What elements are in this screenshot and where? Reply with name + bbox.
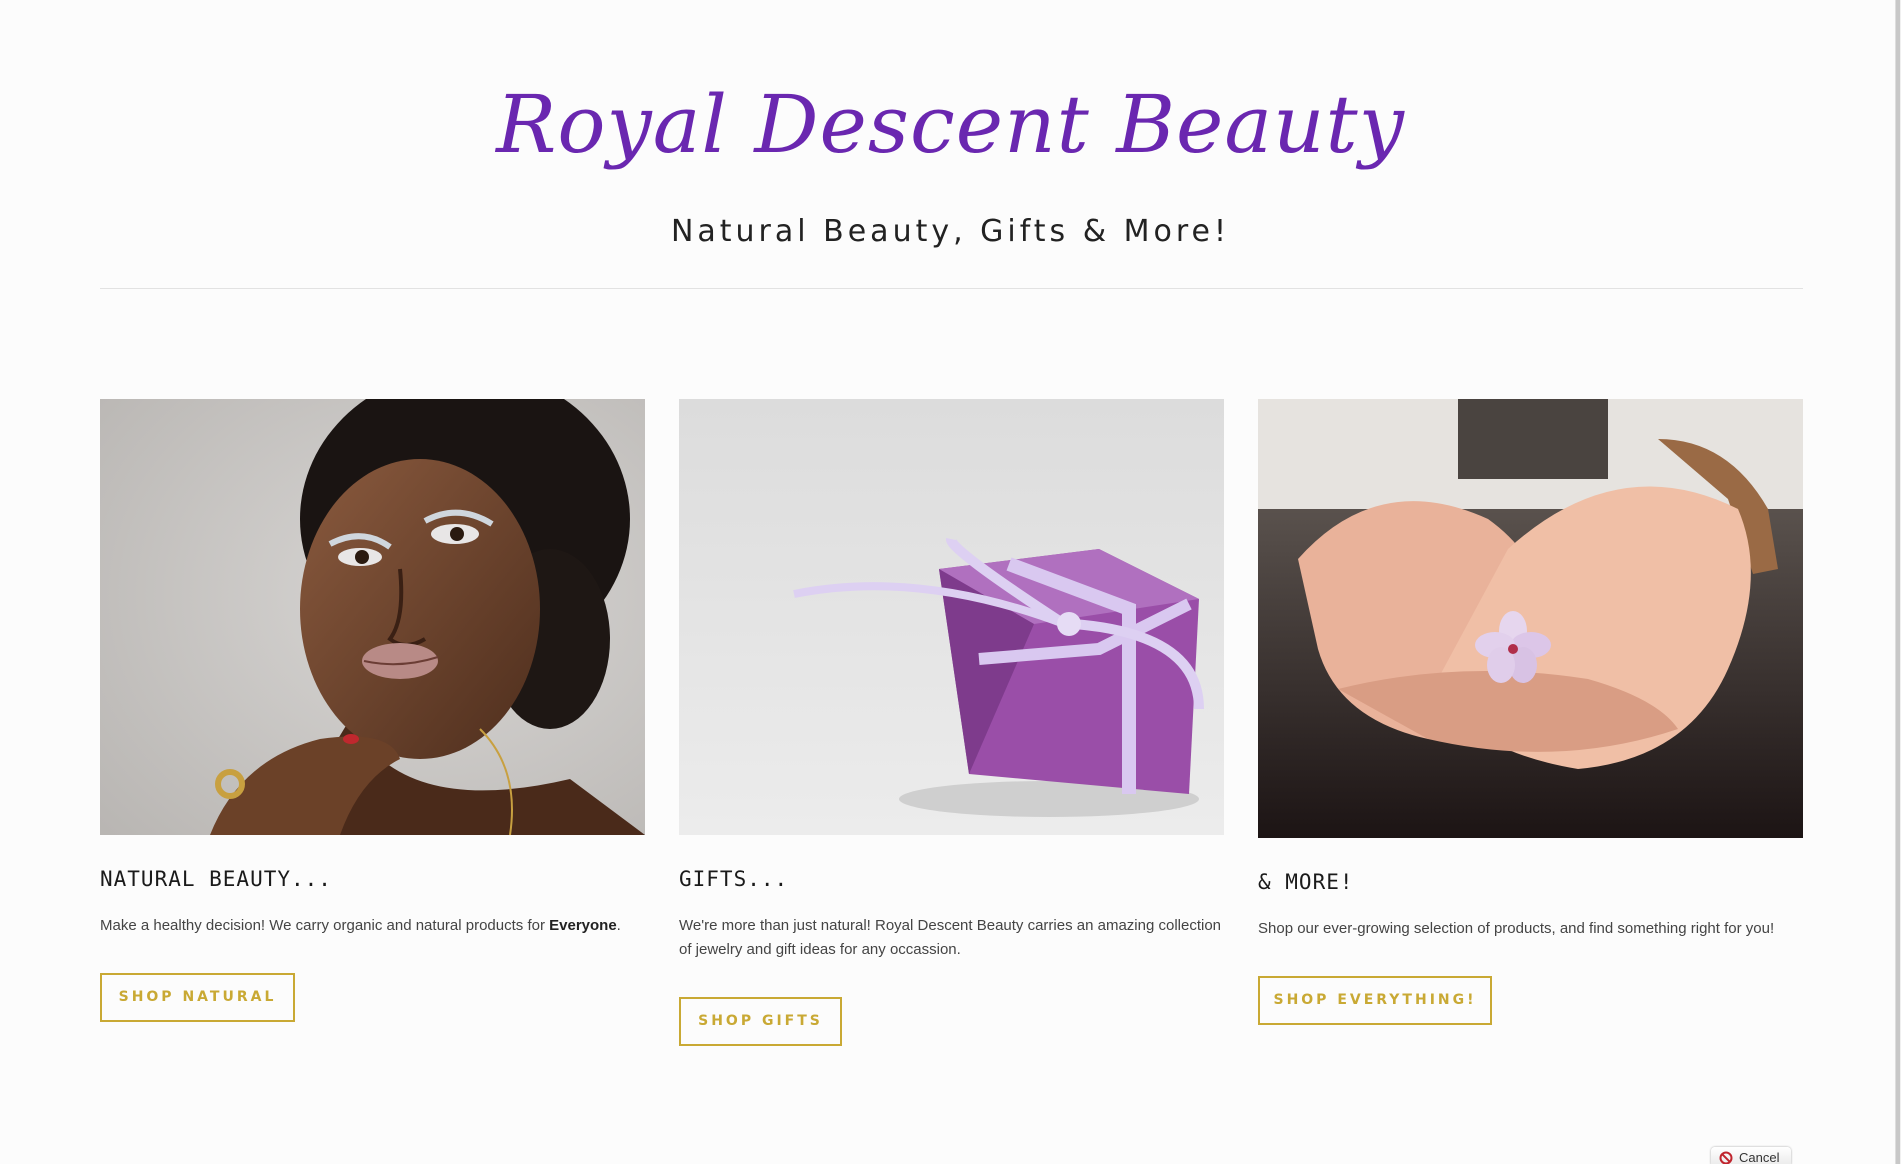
page: Royal Descent Beauty Natural Beauty, Gif… — [0, 0, 1901, 1164]
site-tagline: Natural Beauty, Gifts & More! — [670, 214, 1231, 249]
more-description: Shop our ever-growing selection of produ… — [1258, 920, 1775, 937]
shop-everything-button[interactable]: SHOP EVERYTHING! — [1258, 976, 1492, 1025]
natural-beauty-image[interactable] — [100, 399, 645, 835]
gifts-description: We're more than just natural! Royal Desc… — [679, 917, 1222, 958]
natural-beauty-description: Make a healthy decision! We carry organi… — [100, 917, 621, 934]
more-title: & MORE! — [1258, 870, 1354, 894]
shop-natural-button[interactable]: SHOP NATURAL — [100, 973, 295, 1022]
site-title[interactable]: Royal Descent Beauty — [0, 78, 1901, 171]
header-divider — [100, 288, 1803, 289]
natural-beauty-title: NATURAL BEAUTY... — [100, 867, 332, 891]
purple-gift-box-image — [679, 399, 1224, 835]
hands-holding-flower-image — [1258, 399, 1803, 838]
scrollbar-thumb[interactable] — [1896, 0, 1900, 1164]
gifts-image[interactable] — [679, 399, 1224, 835]
gifts-title: GIFTS... — [679, 867, 789, 891]
prohibited-icon — [1719, 1151, 1733, 1164]
cancel-button[interactable]: Cancel — [1711, 1147, 1791, 1164]
woman-portrait-image — [100, 399, 645, 835]
cancel-label: Cancel — [1739, 1150, 1780, 1164]
everyone-emphasis: Everyone — [549, 917, 617, 934]
more-image[interactable] — [1258, 399, 1803, 838]
shop-gifts-button[interactable]: SHOP GIFTS — [679, 997, 842, 1046]
